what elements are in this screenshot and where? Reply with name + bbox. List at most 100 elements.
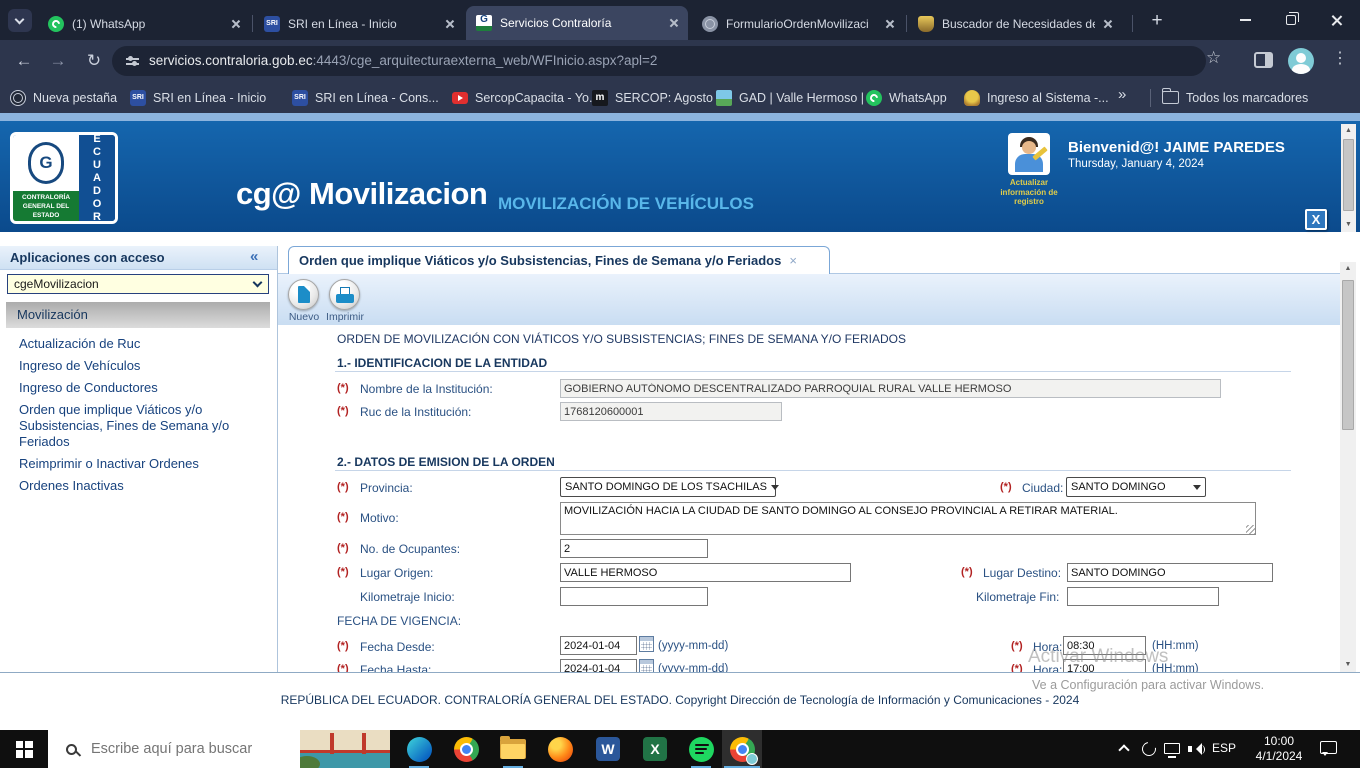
km-inicio-field[interactable] xyxy=(560,587,708,606)
taskbar-explorer[interactable] xyxy=(493,730,533,768)
globe-favicon xyxy=(702,15,718,32)
network-icon[interactable] xyxy=(1164,743,1180,758)
calendar-icon[interactable] xyxy=(639,659,654,672)
back-button[interactable]: ← xyxy=(10,47,38,75)
browser-tab-sri[interactable]: SRI en Línea - Inicio xyxy=(254,7,464,40)
tab-close-icon[interactable] xyxy=(1103,19,1113,29)
language-indicator[interactable]: ESP xyxy=(1212,741,1236,755)
calendar-icon[interactable] xyxy=(639,636,654,652)
scroll-up-icon[interactable]: ▲ xyxy=(1341,124,1356,138)
start-button[interactable] xyxy=(0,730,48,768)
search-input[interactable] xyxy=(91,741,261,757)
new-tab-button[interactable]: + xyxy=(1144,8,1170,34)
side-panel-icon[interactable] xyxy=(1254,52,1273,68)
sidebar-item-actualizacion-ruc[interactable]: Actualización de Ruc xyxy=(19,336,265,352)
taskbar-chrome[interactable] xyxy=(446,730,486,768)
bookmark-sri-inicio[interactable]: SRI en Línea - Inicio xyxy=(130,86,266,109)
content-tab[interactable]: Orden que implique Viáticos y/o Subsiste… xyxy=(288,246,830,274)
address-bar[interactable]: servicios.contraloria.gob.ec:4443/cge_ar… xyxy=(112,46,1206,76)
application-select[interactable]: cgeMovilizacion xyxy=(7,274,269,294)
fecha-hasta-field[interactable] xyxy=(560,659,637,672)
ocupantes-field[interactable] xyxy=(560,539,708,558)
action-center-icon[interactable] xyxy=(1320,741,1337,756)
sidebar-item-ingreso-conductores[interactable]: Ingreso de Conductores xyxy=(19,380,265,396)
sidebar-collapse-icon[interactable]: « xyxy=(250,248,258,265)
nuevo-button[interactable] xyxy=(288,279,319,310)
fecha-desde-field[interactable] xyxy=(560,636,637,655)
browser-tab-buscador[interactable]: Buscador de Necesidades de xyxy=(908,7,1122,40)
browser-tab-formulario[interactable]: FormularioOrdenMovilizaci xyxy=(692,7,904,40)
screen: (1) WhatsApp SRI en Línea - Inicio Servi… xyxy=(0,0,1360,768)
sidebar-item-ingreso-vehiculos[interactable]: Ingreso de Vehículos xyxy=(19,358,265,374)
site-settings-icon[interactable] xyxy=(126,55,139,67)
forward-button[interactable]: → xyxy=(44,47,72,75)
sidebar-item-reimprimir-ordenes[interactable]: Reimprimir o Inactivar Ordenes xyxy=(19,456,265,472)
bookmark-whatsapp[interactable]: WhatsApp xyxy=(866,86,947,109)
volume-icon[interactable] xyxy=(1188,742,1206,756)
sync-icon[interactable] xyxy=(1139,739,1159,759)
divider xyxy=(335,371,1291,372)
ruc-institucion-field[interactable] xyxy=(560,402,782,421)
bookmark-sri-cons[interactable]: SRI en Línea - Cons... xyxy=(292,86,439,109)
tab-close-icon[interactable] xyxy=(669,18,679,28)
taskbar-clock[interactable]: 10:00 4/1/2024 xyxy=(1246,734,1312,764)
content-tab-title: Orden que implique Viáticos y/o Subsiste… xyxy=(299,253,782,268)
taskbar-edge[interactable] xyxy=(399,730,439,768)
update-registration-link[interactable]: Actualizar información de registro xyxy=(992,178,1066,207)
bookmark-nueva-pestana[interactable]: Nueva pestaña xyxy=(10,86,117,109)
taskbar-word[interactable]: W xyxy=(588,730,628,768)
window-restore-button[interactable] xyxy=(1268,0,1314,40)
imprimir-button[interactable] xyxy=(329,279,360,310)
cge-monogram-icon: G xyxy=(13,135,79,191)
tab-close-icon[interactable] xyxy=(445,19,455,29)
window-close-button[interactable] xyxy=(1314,0,1360,40)
browser-tab-servicios-contraloria[interactable]: Servicios Contraloría xyxy=(466,6,688,40)
taskbar-search[interactable] xyxy=(48,730,390,768)
search-icon xyxy=(66,743,77,755)
scroll-up-icon[interactable]: ▲ xyxy=(1340,262,1356,276)
taskbar-firefox[interactable] xyxy=(540,730,580,768)
tab-close-icon[interactable] xyxy=(885,19,895,29)
content-tab-close-icon[interactable]: × xyxy=(789,253,797,268)
scroll-down-icon[interactable]: ▼ xyxy=(1341,218,1356,232)
provincia-select[interactable]: SANTO DOMINGO DE LOS TSACHILAS xyxy=(560,477,779,497)
profile-avatar[interactable] xyxy=(1288,48,1314,74)
nuevo-label: Nuevo xyxy=(288,311,320,323)
ciudad-select[interactable]: SANTO DOMINGO xyxy=(1066,477,1206,497)
all-bookmarks-button[interactable]: Todos los marcadores xyxy=(1162,86,1308,109)
bookmarks-overflow-icon[interactable]: » xyxy=(1118,86,1126,103)
session-close-button[interactable]: X xyxy=(1305,209,1327,230)
tray-chevron-up-icon[interactable] xyxy=(1118,744,1130,756)
browser-menu-icon[interactable]: ⋮ xyxy=(1330,48,1350,68)
bookmark-sercop-agosto[interactable]: SERCOP: Agosto xyxy=(592,86,713,109)
header-scrollbar[interactable]: ▲ ▼ xyxy=(1341,124,1356,232)
taskbar-spotify[interactable] xyxy=(681,730,721,768)
taskbar-chrome-active[interactable] xyxy=(722,730,762,768)
content-scrollbar[interactable]: ▲ ▼ xyxy=(1340,262,1356,672)
bookmark-sercopcapacita[interactable]: SercopCapacita - Yo... xyxy=(452,86,599,109)
reload-button[interactable]: ↻ xyxy=(80,47,108,75)
new-document-icon xyxy=(298,286,310,303)
km-fin-field[interactable] xyxy=(1067,587,1219,606)
bookmark-gad-valle-hermoso[interactable]: GAD | Valle Hermoso | xyxy=(716,86,864,109)
sidebar-item-ordenes-inactivas[interactable]: Ordenes Inactivas xyxy=(19,478,265,494)
search-highlight-image[interactable] xyxy=(300,730,390,768)
lugar-origen-field[interactable] xyxy=(560,563,851,582)
browser-tab-whatsapp[interactable]: (1) WhatsApp xyxy=(38,7,250,40)
scrollbar-thumb[interactable] xyxy=(1343,139,1354,211)
nombre-institucion-field[interactable] xyxy=(560,379,1221,398)
ciudad-label: Ciudad: xyxy=(1022,481,1064,495)
user-avatar[interactable] xyxy=(1008,133,1050,175)
scrollbar-thumb[interactable] xyxy=(1342,280,1354,430)
tab-list-button[interactable] xyxy=(8,9,32,32)
tab-close-icon[interactable] xyxy=(231,19,241,29)
taskbar-excel[interactable]: X xyxy=(635,730,675,768)
motivo-field[interactable] xyxy=(560,502,1256,535)
sidebar-item-orden-viaticos[interactable]: Orden que implique Viáticos y/o Subsiste… xyxy=(19,402,265,450)
scroll-down-icon[interactable]: ▼ xyxy=(1340,658,1356,672)
bookmark-ingreso-sistema[interactable]: Ingreso al Sistema -... xyxy=(964,86,1109,109)
textarea-resize-handle[interactable] xyxy=(1246,525,1255,534)
window-minimize-button[interactable] xyxy=(1222,0,1268,40)
lugar-destino-field[interactable] xyxy=(1067,563,1273,582)
bookmark-star-icon[interactable]: ☆ xyxy=(1206,48,1221,68)
